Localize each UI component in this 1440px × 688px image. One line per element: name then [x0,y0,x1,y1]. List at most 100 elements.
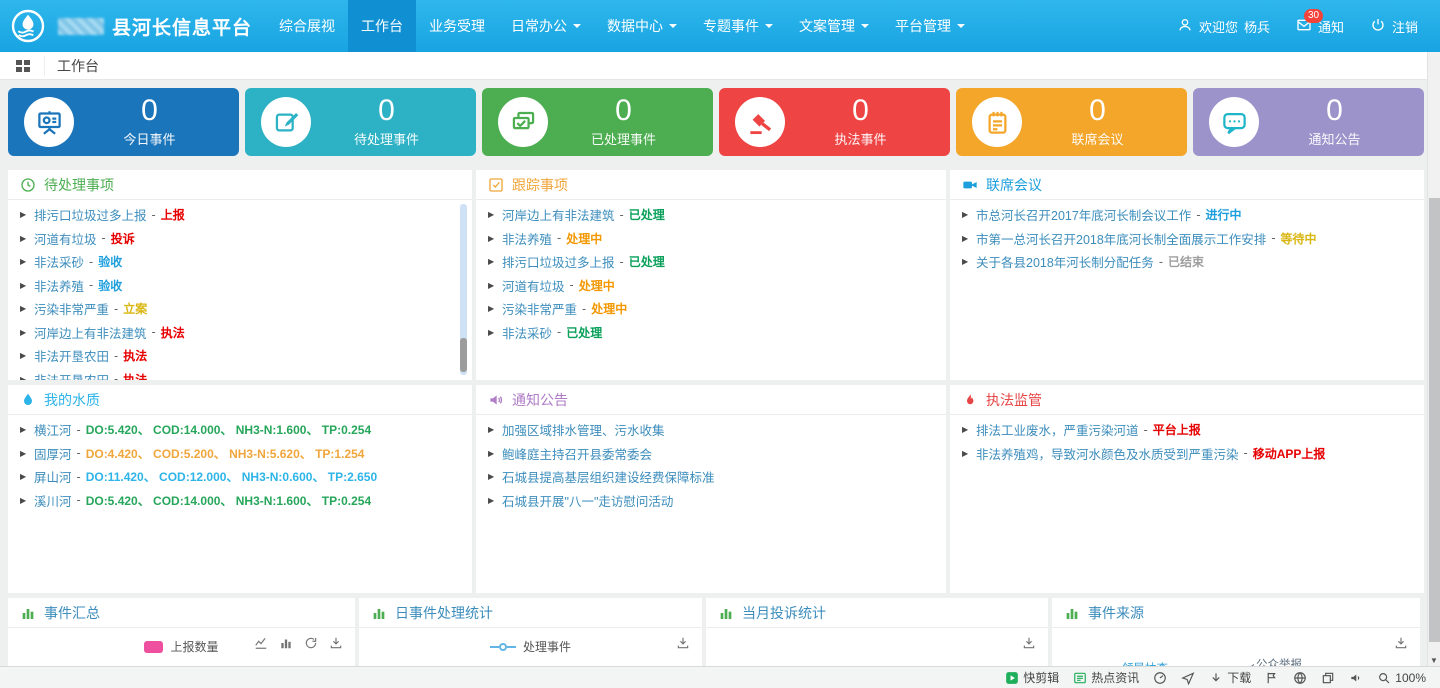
list-item[interactable]: ▶非法开垦农田-执法 [20,368,460,381]
list-item[interactable]: ▶关于各县2018年河长制分配任务-已结束 [962,250,1412,274]
list-item[interactable]: ▶非法采砂-验收 [20,250,460,274]
statusbar-label: 热点资讯 [1091,669,1139,686]
list-item[interactable]: ▶石城县开展"八一"走访慰问活动 [488,489,934,513]
list-item[interactable]: ▶加强区域排水管理、污水收集 [488,418,934,442]
download-icon[interactable] [676,636,690,655]
list-item[interactable]: ▶非法养殖鸡，导致河水颜色及水质受到严重污染-移动APP上报 [962,442,1412,466]
list-item[interactable]: ▶屏山河-DO:11.420、 COD:12.000、 NH3-N:0.600、… [20,465,460,489]
chart-panel-title: 事件汇总 [44,603,100,623]
stat-card-content: 0通知公告 [1259,96,1410,148]
item-text: 横江河 [34,420,72,439]
refresh-icon[interactable] [304,636,318,655]
panel-item-list: ▶加强区域排水管理、污水收集▶鲍峰庭主持召开县委常委会▶石城县提高基层组织建设经… [476,415,946,512]
presentation-chart-icon [36,109,63,136]
statusbar-button-快剪辑[interactable]: 快剪辑 [1005,669,1059,686]
item-dash: - [557,231,561,245]
stat-card-1[interactable]: 0待处理事件 [245,88,476,156]
menu-item-6[interactable]: 文案管理 [786,0,882,52]
chart-legend[interactable]: 处理事件 [359,638,702,655]
line-chart-icon[interactable] [254,636,268,655]
item-status: 立案 [123,300,147,317]
page-scrollbar[interactable]: ▼ [1427,52,1440,666]
download-icon[interactable] [1394,636,1408,655]
power-icon [1370,17,1386,36]
list-item[interactable]: ▶鲍峰庭主持召开县委常委会 [488,442,934,466]
menu-item-1[interactable]: 工作台 [348,0,416,52]
navbar-right: 欢迎您 杨兵 30 通知 注销 [1177,17,1440,36]
menu-item-3[interactable]: 日常办公 [498,0,594,52]
stat-card-3[interactable]: 0执法事件 [719,88,950,156]
statusbar-button-globe-icon[interactable] [1293,671,1307,685]
grid-menu-icon[interactable] [16,60,30,72]
list-item[interactable]: ▶河岸边上有非法建筑-执法 [20,321,460,345]
menu-item-2[interactable]: 业务受理 [416,0,498,52]
notification-button[interactable]: 30 通知 [1296,17,1344,36]
chart-panel-header: 事件汇总 [8,598,355,628]
list-item[interactable]: ▶溪川河-DO:5.420、 COD:14.000、 NH3-N:1.600、 … [20,489,460,513]
list-item[interactable]: ▶固厚河-DO:4.420、 COD:5.200、 NH3-N:5.620、 T… [20,442,460,466]
list-item[interactable]: ▶排法工业废水，严重污染河道-平台上报 [962,418,1412,442]
stat-cards-row: 0今日事件0待处理事件0已处理事件 0执法事件 0联席会议 0通知公告 [8,88,1424,156]
list-item[interactable]: ▶市第一总河长召开2018年底河长制全面展示工作安排-等待中 [962,227,1412,251]
logout-button[interactable]: 注销 [1370,17,1418,36]
statusbar-button-window-icon[interactable] [1321,671,1335,685]
item-dash: - [114,372,118,380]
panels-row-1: 待处理事项▶排污口垃圾过多上报-上报▶河道有垃圾-投诉▶非法采砂-验收▶非法养殖… [8,170,1440,380]
stat-card-0[interactable]: 0今日事件 [8,88,239,156]
menu-item-0[interactable]: 综合展视 [266,0,348,52]
list-item[interactable]: ▶非法开垦农田-执法 [20,344,460,368]
navbar-menu: 综合展视工作台业务受理日常办公数据中心 专题事件文案管理平台管理 [266,0,978,52]
statusbar-button-100%[interactable]: 100% [1377,671,1426,685]
panel-scrollbar[interactable] [460,204,467,375]
item-status: 处理中 [566,230,602,247]
item-text: 石城县开展"八一"走访慰问活动 [502,491,673,510]
user-menu[interactable]: 欢迎您 杨兵 [1177,17,1270,36]
list-item[interactable]: ▶污染非常严重-处理中 [488,297,934,321]
item-status: DO:5.420、 COD:14.000、 NH3-N:1.600、 TP:0.… [86,492,371,509]
chart-panel-header: 日事件处理统计 [359,598,702,628]
stat-card-4[interactable]: 0联席会议 [956,88,1187,156]
triangle-bullet-icon: ▶ [488,449,502,458]
menu-item-4[interactable]: 数据中心 [594,0,690,52]
list-item[interactable]: ▶河岸边上有非法建筑-已处理 [488,203,934,227]
statusbar-button-rocket-icon[interactable] [1181,671,1195,685]
stat-card-2[interactable]: 0已处理事件 [482,88,713,156]
stat-card-5[interactable]: 0通知公告 [1193,88,1424,156]
scrollbar-down-arrow-icon[interactable]: ▼ [1428,656,1440,665]
list-item[interactable]: ▶排污口垃圾过多上报-上报 [20,203,460,227]
statusbar-button-下载[interactable]: 下载 [1209,669,1251,686]
chevron-down-icon [573,24,581,32]
download-icon[interactable] [329,636,343,655]
brand-area[interactable]: 县河长信息平台 [10,8,252,44]
download-icon[interactable] [1022,636,1036,655]
stat-card-value: 0 [548,96,699,126]
stat-card-content: 0执法事件 [785,96,936,148]
item-dash: - [77,470,81,484]
list-item[interactable]: ▶横江河-DO:5.420、 COD:14.000、 NH3-N:1.600、 … [20,418,460,442]
statusbar-button-热点资讯[interactable]: 热点资讯 [1073,669,1139,686]
item-dash: - [114,349,118,363]
statusbar-button-flag-icon[interactable] [1265,671,1279,685]
list-item[interactable]: ▶非法养殖-验收 [20,274,460,298]
breadcrumb[interactable]: 工作台 [44,56,99,76]
chart-panel-title: 事件来源 [1088,603,1144,623]
list-item[interactable]: ▶非法采砂-已处理 [488,321,934,345]
list-item[interactable]: ▶河道有垃圾-投诉 [20,227,460,251]
list-item[interactable]: ▶非法养殖-处理中 [488,227,934,251]
list-item[interactable]: ▶市总河长召开2017年底河长制会议工作-进行中 [962,203,1412,227]
legend-label: 处理事件 [523,638,571,655]
statusbar-button-speaker-small-icon[interactable] [1349,671,1363,685]
panel-scrollbar-thumb[interactable] [460,338,467,372]
list-item[interactable]: ▶河道有垃圾-处理中 [488,274,934,298]
list-item[interactable]: ▶石城县提高基层组织建设经费保障标准 [488,465,934,489]
panel-header-my-water-quality: 我的水质 [8,385,472,415]
statusbar-button-gauge-icon[interactable] [1153,671,1167,685]
menu-item-5[interactable]: 专题事件 [690,0,786,52]
list-item[interactable]: ▶污染非常严重-立案 [20,297,460,321]
item-text: 非法养殖 [34,276,84,295]
bar-chart-icon[interactable] [279,636,293,655]
menu-item-label: 数据中心 [607,16,663,36]
list-item[interactable]: ▶排污口垃圾过多上报-已处理 [488,250,934,274]
menu-item-7[interactable]: 平台管理 [882,0,978,52]
page-scrollbar-thumb[interactable] [1429,198,1440,642]
